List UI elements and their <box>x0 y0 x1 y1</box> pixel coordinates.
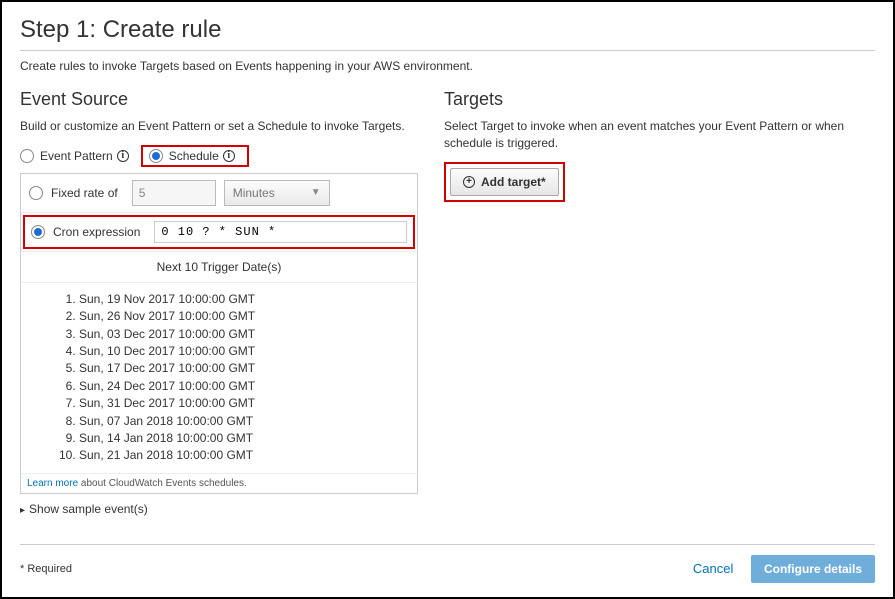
footer: * Required Cancel Configure details <box>20 544 875 583</box>
list-item: Sun, 24 Dec 2017 10:00:00 GMT <box>79 378 417 395</box>
list-item: Sun, 03 Dec 2017 10:00:00 GMT <box>79 326 417 343</box>
targets-title: Targets <box>444 89 875 110</box>
cancel-button[interactable]: Cancel <box>693 561 733 576</box>
add-target-label: Add target* <box>481 175 546 189</box>
fixed-rate-radio[interactable] <box>29 186 43 200</box>
footer-actions: Cancel Configure details <box>693 555 875 583</box>
list-item: Sun, 26 Nov 2017 10:00:00 GMT <box>79 308 417 325</box>
info-icon[interactable]: i <box>117 150 129 162</box>
event-source-description: Build or customize an Event Pattern or s… <box>20 118 418 135</box>
trigger-dates-header: Next 10 Trigger Date(s) <box>21 251 417 283</box>
columns: Event Source Build or customize an Event… <box>20 89 875 516</box>
create-rule-page: Step 1: Create rule Create rules to invo… <box>0 0 895 599</box>
configure-details-button[interactable]: Configure details <box>751 555 875 583</box>
event-pattern-label-text: Event Pattern <box>40 149 113 163</box>
list-item: Sun, 21 Jan 2018 10:00:00 GMT <box>79 447 417 464</box>
learn-more-row: Learn more about CloudWatch Events sched… <box>21 473 417 493</box>
footer-divider <box>20 544 875 545</box>
source-type-row: Event Pattern i Schedule i <box>20 145 418 167</box>
cron-radio[interactable] <box>31 225 45 239</box>
schedule-radio[interactable] <box>149 149 163 163</box>
targets-section: Targets Select Target to invoke when an … <box>444 89 875 516</box>
list-item: Sun, 10 Dec 2017 10:00:00 GMT <box>79 343 417 360</box>
event-pattern-label: Event Pattern i <box>40 149 129 163</box>
page-title: Step 1: Create rule <box>20 16 875 44</box>
info-icon[interactable]: i <box>223 150 235 162</box>
cron-row-highlight: Cron expression <box>23 215 415 249</box>
fixed-rate-value-input[interactable] <box>132 180 216 206</box>
page-description: Create rules to invoke Targets based on … <box>20 59 875 73</box>
trigger-dates-list: Sun, 19 Nov 2017 10:00:00 GMT Sun, 26 No… <box>21 283 417 473</box>
chevron-down-icon: ▼ <box>311 187 321 198</box>
event-source-section: Event Source Build or customize an Event… <box>20 89 418 516</box>
list-item: Sun, 14 Jan 2018 10:00:00 GMT <box>79 430 417 447</box>
show-sample-events-toggle[interactable]: Show sample event(s) <box>20 502 418 516</box>
event-source-title: Event Source <box>20 89 418 110</box>
fixed-rate-unit-label: Minutes <box>233 186 275 200</box>
plus-icon: + <box>463 176 475 188</box>
list-item: Sun, 31 Dec 2017 10:00:00 GMT <box>79 395 417 412</box>
cron-expression-input[interactable] <box>154 221 407 243</box>
add-target-button[interactable]: + Add target* <box>450 168 559 196</box>
add-target-highlight: + Add target* <box>444 162 565 202</box>
footer-row: * Required Cancel Configure details <box>20 555 875 583</box>
schedule-label: Schedule i <box>169 149 235 163</box>
list-item: Sun, 17 Dec 2017 10:00:00 GMT <box>79 360 417 377</box>
fixed-rate-unit-select[interactable]: Minutes ▼ <box>224 180 330 206</box>
required-note: * Required <box>20 563 72 575</box>
title-divider <box>20 50 875 51</box>
schedule-highlight: Schedule i <box>141 145 249 167</box>
targets-description: Select Target to invoke when an event ma… <box>444 118 875 152</box>
cron-label: Cron expression <box>53 225 140 239</box>
list-item: Sun, 19 Nov 2017 10:00:00 GMT <box>79 291 417 308</box>
fixed-rate-label: Fixed rate of <box>51 186 118 200</box>
schedule-panel: Fixed rate of Minutes ▼ Cron expression … <box>20 173 418 494</box>
event-pattern-radio[interactable] <box>20 149 34 163</box>
fixed-rate-row: Fixed rate of Minutes ▼ <box>21 174 417 213</box>
learn-more-link[interactable]: Learn more <box>27 478 78 489</box>
list-item: Sun, 07 Jan 2018 10:00:00 GMT <box>79 413 417 430</box>
learn-more-tail: about CloudWatch Events schedules. <box>78 478 247 489</box>
schedule-label-text: Schedule <box>169 149 219 163</box>
